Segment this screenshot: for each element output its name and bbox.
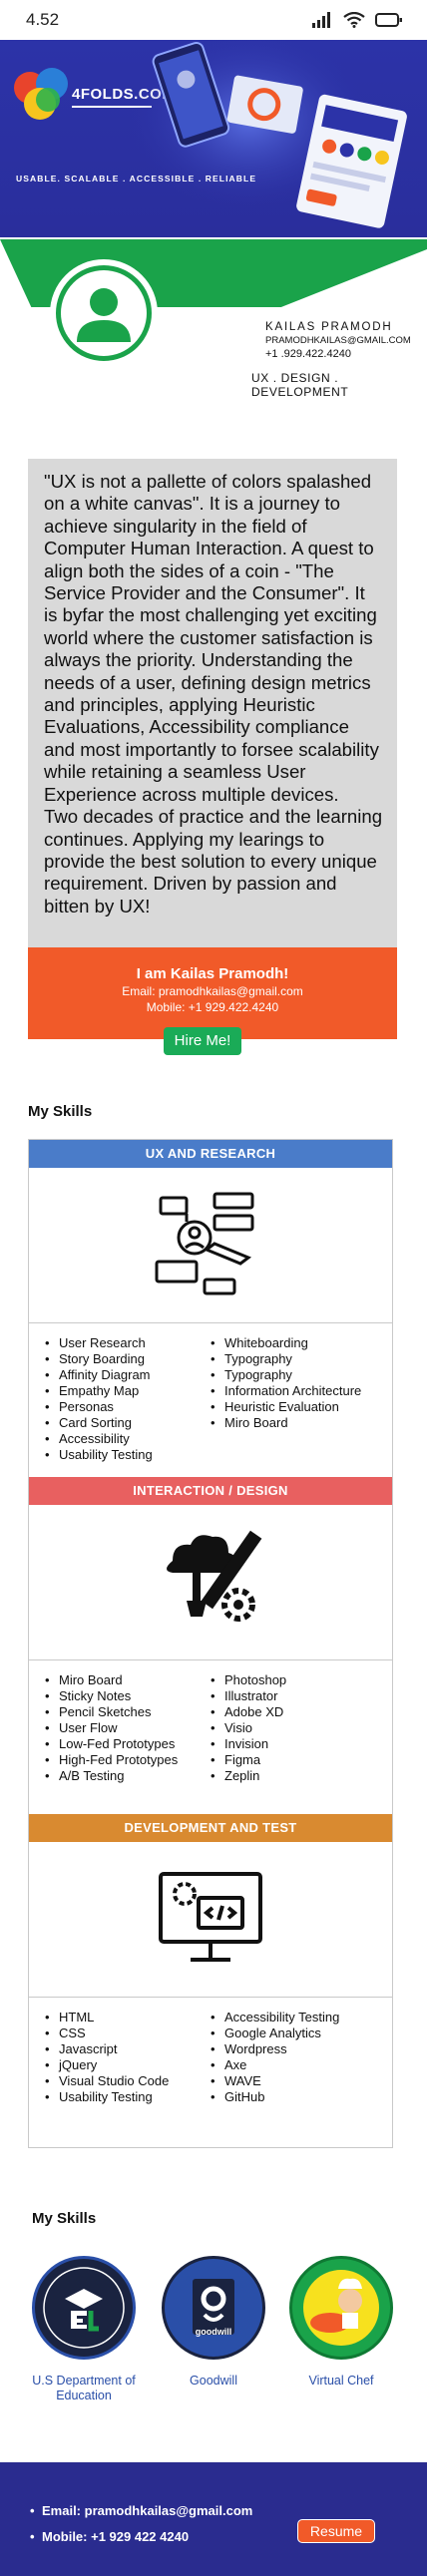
- skill-list-development-left: HTML CSS Javascript jQuery Visual Studio…: [43, 2010, 169, 2105]
- list-item: Invision: [209, 1736, 286, 1752]
- footer-email[interactable]: Email: pramodhkailas@gmail.com: [30, 2498, 252, 2524]
- about-quote-box: "UX is not a pallette of colors spalashe…: [28, 459, 397, 947]
- list-item: Typography: [209, 1351, 361, 1367]
- list-item: Typography: [209, 1367, 361, 1383]
- profile-name: KAILAS PRAMODH: [265, 321, 393, 333]
- list-item: Visio: [209, 1720, 286, 1736]
- skill-list-interaction-right: Photoshop Illustrator Adobe XD Visio Inv…: [209, 1672, 286, 1784]
- development-test-icon: [159, 1872, 262, 1962]
- hire-me-button[interactable]: Hire Me!: [164, 1027, 241, 1055]
- contact-band: I am Kailas Pramodh! Email: pramodhkaila…: [28, 947, 397, 1039]
- client-name: U.S Department of Education: [32, 2374, 136, 2402]
- list-item: Visual Studio Code: [43, 2073, 169, 2089]
- list-item: Javascript: [43, 2041, 169, 2057]
- list-item: Sticky Notes: [43, 1688, 178, 1704]
- list-item: User Research: [43, 1335, 153, 1351]
- list-item: Wordpress: [209, 2041, 339, 2057]
- virtual-chef-logo-icon: [289, 2256, 393, 2360]
- list-item: GitHub: [209, 2089, 339, 2105]
- list-item: WAVE: [209, 2073, 339, 2089]
- category-header-interaction-design: INTERACTION / DESIGN: [29, 1477, 392, 1505]
- list-item: Accessibility Testing: [209, 2010, 339, 2025]
- client-name: Goodwill: [190, 2374, 237, 2388]
- list-item: Heuristic Evaluation: [209, 1399, 361, 1415]
- category-header-development-test: DEVELOPMENT AND TEST: [29, 1814, 392, 1842]
- client-name: Virtual Chef: [308, 2374, 374, 2388]
- list-item: Pencil Sketches: [43, 1704, 178, 1720]
- list-item: Zeplin: [209, 1768, 286, 1784]
- skill-list-ux-right: Whiteboarding Typography Typography Info…: [209, 1335, 361, 1431]
- list-item: Illustrator: [209, 1688, 286, 1704]
- skills-card: UX AND RESEARCH User Research Story Boar…: [28, 1139, 393, 2148]
- list-item: Whiteboarding: [209, 1335, 361, 1351]
- list-item: CSS: [43, 2025, 169, 2041]
- skill-list-interaction-left: Miro Board Sticky Notes Pencil Sketches …: [43, 1672, 178, 1784]
- goodwill-logo-icon: goodwill: [162, 2256, 265, 2360]
- goodwill-logo-text: goodwill: [195, 2327, 232, 2337]
- resume-button[interactable]: Resume: [297, 2519, 375, 2543]
- list-item: User Flow: [43, 1720, 178, 1736]
- list-item: jQuery: [43, 2057, 169, 2073]
- footer-contact-list: Email: pramodhkailas@gmail.com Mobile: +…: [30, 2498, 252, 2550]
- list-item: High-Fed Prototypes: [43, 1752, 178, 1768]
- us-education-logo-icon: [32, 2256, 136, 2360]
- profile-avatar: [52, 261, 156, 365]
- category-header-ux-research: UX AND RESEARCH: [29, 1140, 392, 1168]
- client-goodwill[interactable]: goodwill Goodwill: [162, 2256, 265, 2389]
- skill-list-ux-left: User Research Story Boarding Affinity Di…: [43, 1335, 153, 1463]
- category-icon-area-ux: [29, 1168, 392, 1323]
- list-item: Personas: [43, 1399, 153, 1415]
- footer-mobile[interactable]: Mobile: +1 929 422 4240: [30, 2524, 252, 2550]
- user-avatar-icon: [77, 288, 131, 342]
- list-item: Card Sorting: [43, 1415, 153, 1431]
- list-item: Information Architecture: [209, 1383, 361, 1399]
- list-item: Usability Testing: [43, 1447, 153, 1463]
- list-item: Low-Fed Prototypes: [43, 1736, 178, 1752]
- contact-email[interactable]: Email: pramodhkailas@gmail.com: [28, 984, 397, 998]
- list-item: Figma: [209, 1752, 286, 1768]
- list-item: Photoshop: [209, 1672, 286, 1688]
- list-item: Google Analytics: [209, 2025, 339, 2041]
- ux-research-icon: [155, 1192, 254, 1295]
- list-item: Story Boarding: [43, 1351, 153, 1367]
- list-item: Axe: [209, 2057, 339, 2073]
- profile-phone[interactable]: +1 .929.422.4240: [265, 348, 351, 360]
- about-quote: "UX is not a pallette of colors spalashe…: [44, 471, 383, 917]
- client-virtual-chef[interactable]: Virtual Chef: [289, 2256, 393, 2389]
- skill-list-development-right: Accessibility Testing Google Analytics W…: [209, 2010, 339, 2105]
- list-item: Miro Board: [43, 1672, 178, 1688]
- contact-mobile[interactable]: Mobile: +1 929.422.4240: [28, 1000, 397, 1014]
- skills-section-title: My Skills: [28, 1103, 93, 1120]
- category-icon-area-interaction: [29, 1505, 392, 1660]
- list-item: Accessibility: [43, 1431, 153, 1447]
- clients-section-title: My Skills: [32, 2210, 97, 2227]
- client-us-education[interactable]: U.S Department of Education: [32, 2256, 136, 2403]
- profile-email[interactable]: PRAMODHKAILAS@GMAIL.COM: [265, 335, 411, 346]
- list-item: A/B Testing: [43, 1768, 178, 1784]
- list-item: HTML: [43, 2010, 169, 2025]
- contact-name: I am Kailas Pramodh!: [136, 965, 289, 982]
- list-item: Affinity Diagram: [43, 1367, 153, 1383]
- list-item: Miro Board: [209, 1415, 361, 1431]
- list-item: Adobe XD: [209, 1704, 286, 1720]
- list-item: Empathy Map: [43, 1383, 153, 1399]
- category-icon-area-development: [29, 1842, 392, 1998]
- green-wedge-shape: [0, 237, 427, 307]
- profile-roles: UX . DESIGN . DEVELOPMENT: [251, 371, 349, 399]
- list-item: Usability Testing: [43, 2089, 169, 2105]
- footer: Email: pramodhkailas@gmail.com Mobile: +…: [0, 2462, 427, 2576]
- interaction-design-icon: [167, 1530, 262, 1622]
